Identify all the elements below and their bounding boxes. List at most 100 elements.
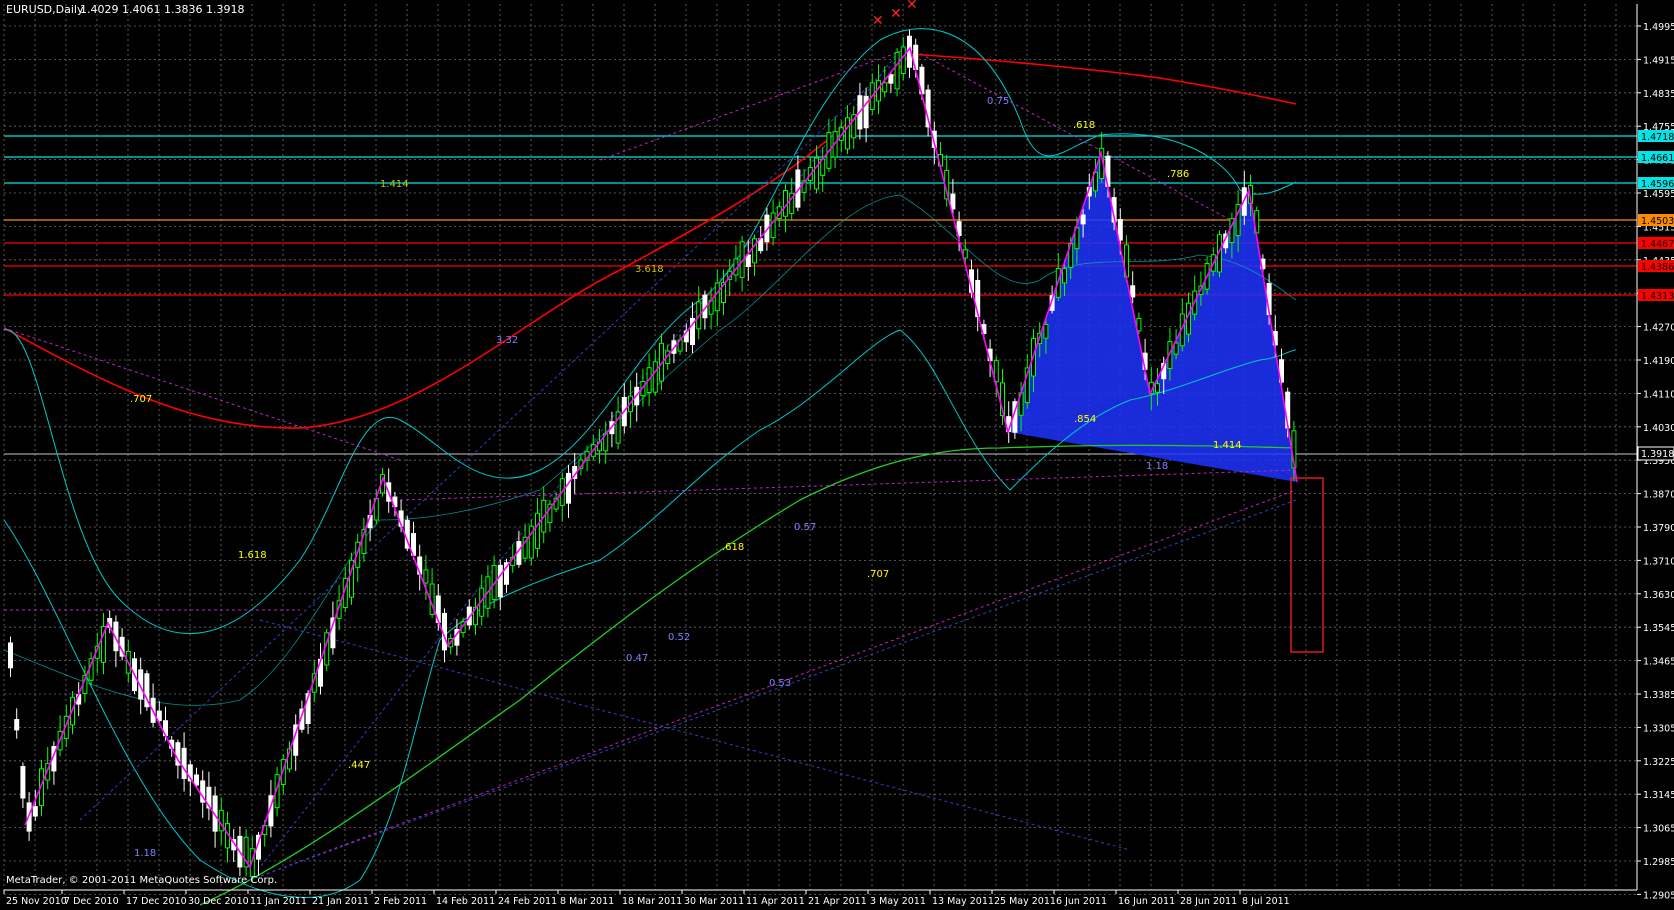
projection-box bbox=[1290, 477, 1324, 653]
candle-body bbox=[770, 212, 776, 239]
candle-body bbox=[566, 472, 571, 504]
price-tick-label: 1.3545 bbox=[1643, 623, 1674, 634]
price-tick-label: 1.3710 bbox=[1643, 556, 1674, 567]
price-tick-label: 1.3870 bbox=[1643, 490, 1674, 501]
time-tick-label: 25 May 2011 bbox=[994, 896, 1056, 907]
fib-label: .707 bbox=[130, 394, 152, 405]
candle-body bbox=[894, 51, 900, 90]
fib-label: 3.618 bbox=[635, 264, 664, 275]
price-tick-label: 1.4915 bbox=[1643, 55, 1674, 66]
time-tick-label: 2 Feb 2011 bbox=[374, 896, 427, 907]
candle-body bbox=[1130, 285, 1136, 298]
price-tick-label: 1.4595 bbox=[1643, 189, 1674, 200]
svg-text:1.3918: 1.3918 bbox=[1641, 449, 1674, 460]
time-axis[interactable]: 25 Nov 20107 Dec 2010 17 Dec 2010 30 Dec 2… bbox=[3, 889, 1637, 907]
candle-body bbox=[497, 564, 503, 598]
price-levels bbox=[4, 135, 1637, 455]
svg-text:✕: ✕ bbox=[890, 6, 902, 22]
candle-body bbox=[845, 117, 850, 150]
fib-label: .707 bbox=[867, 569, 889, 580]
candle-body bbox=[814, 157, 819, 190]
candle-body bbox=[882, 82, 888, 93]
candle-body bbox=[1155, 383, 1160, 393]
price-chart[interactable]: ✕ ✕ ✕ 0.75 .618 .786 1.414 3.618 3.32 .7… bbox=[0, 0, 1674, 910]
time-tick-label: 18 Mar 2011 bbox=[622, 896, 682, 907]
fib-label: 1.18 bbox=[1146, 461, 1168, 472]
fib-label: 1.18 bbox=[134, 848, 156, 859]
time-tick-label: 30 Dec 2010 bbox=[188, 896, 249, 907]
fib-label: 0.53 bbox=[769, 678, 791, 689]
time-tick-label: 7 Dec 2010 bbox=[64, 896, 119, 907]
candle-body bbox=[1117, 218, 1123, 241]
current-price-tag: 1.3918 bbox=[1637, 446, 1674, 461]
copyright-text: MetaTrader, © 2001-2011 MetaQuotes Softw… bbox=[6, 875, 277, 886]
time-tick-label: 6 Jun 2011 bbox=[1056, 896, 1107, 907]
fib-label: 1.618 bbox=[238, 550, 267, 561]
fib-label: 1.414 bbox=[380, 179, 409, 190]
candle-body bbox=[745, 254, 751, 267]
candle-body bbox=[714, 282, 720, 312]
price-tick-label: 1.3145 bbox=[1643, 790, 1674, 801]
candle-body bbox=[752, 238, 757, 264]
price-tick-label: 1.4270 bbox=[1643, 323, 1674, 334]
level-tag-label: 1.4503 bbox=[1641, 216, 1674, 227]
price-tick-label: 1.3790 bbox=[1643, 523, 1674, 534]
candle-body bbox=[900, 46, 906, 75]
candle-body bbox=[32, 806, 38, 817]
candle-body bbox=[20, 766, 26, 799]
fib-label: 1.414 bbox=[1213, 440, 1242, 451]
candle-body bbox=[888, 74, 894, 84]
time-tick-label: 25 Nov 2010 bbox=[6, 896, 67, 907]
chart-ohlc: 1.4029 1.4061 1.3836 1.3918 bbox=[80, 3, 244, 16]
price-tick-label: 1.3465 bbox=[1643, 657, 1674, 668]
price-tick-label: 1.3065 bbox=[1643, 824, 1674, 835]
time-tick-label: 11 Apr 2011 bbox=[746, 896, 805, 907]
price-tick-label: 1.3225 bbox=[1643, 757, 1674, 768]
time-tick-label: 30 Mar 2011 bbox=[684, 896, 744, 907]
time-tick-label: 21 Apr 2011 bbox=[808, 896, 867, 907]
candle-body bbox=[1080, 214, 1086, 225]
price-tick-label: 1.3385 bbox=[1643, 690, 1674, 701]
chart-grid bbox=[3, 4, 1637, 895]
candle-body bbox=[181, 747, 187, 779]
chart-symbol: EURUSD,Daily bbox=[6, 3, 84, 16]
fib-label: .618 bbox=[722, 542, 744, 553]
candle-body bbox=[14, 719, 20, 731]
candle-body bbox=[423, 569, 429, 584]
level-tag-label: 1.4596 bbox=[1641, 179, 1674, 190]
candle-body bbox=[950, 193, 956, 210]
candle-body bbox=[1062, 268, 1067, 284]
time-tick-label: 17 Dec 2010 bbox=[126, 896, 187, 907]
fib-label: .854 bbox=[1074, 414, 1096, 425]
candlesticks bbox=[8, 29, 1297, 882]
fib-label: 0.47 bbox=[626, 653, 648, 664]
candle-body bbox=[8, 642, 13, 669]
price-tick-label: 1.4190 bbox=[1643, 356, 1674, 367]
price-tick-label: 1.4030 bbox=[1643, 423, 1674, 434]
time-tick-label: 11 Jan 2011 bbox=[250, 896, 307, 907]
time-tick-label: 8 Mar 2011 bbox=[560, 896, 614, 907]
time-tick-label: 8 Jul 2011 bbox=[1242, 896, 1290, 907]
fib-label: .447 bbox=[348, 760, 370, 771]
price-tick-label: 1.2985 bbox=[1643, 857, 1674, 868]
price-tick-label: 1.3305 bbox=[1643, 723, 1674, 734]
svg-text:✕: ✕ bbox=[872, 13, 884, 29]
level-tag-label: 1.4718 bbox=[1641, 132, 1674, 143]
time-tick-label: 13 May 2011 bbox=[932, 896, 994, 907]
price-tick-label: 1.4835 bbox=[1643, 89, 1674, 100]
price-tick-label: 1.2905 bbox=[1643, 890, 1674, 901]
price-tick-label: 1.4995 bbox=[1643, 22, 1674, 33]
svg-text:✕: ✕ bbox=[906, 0, 918, 13]
red-x-markers: ✕ ✕ ✕ bbox=[872, 0, 918, 29]
fib-label: 3.32 bbox=[496, 335, 518, 346]
candle-body bbox=[194, 774, 199, 786]
price-tick-label: 1.4110 bbox=[1643, 389, 1674, 400]
level-tag-label: 1.4467 bbox=[1641, 239, 1674, 250]
harmonic-pattern bbox=[1008, 153, 1297, 482]
candle-body bbox=[1043, 324, 1049, 339]
time-tick-label: 24 Feb 2011 bbox=[498, 896, 557, 907]
fib-label: 0.75 bbox=[987, 96, 1009, 107]
fib-label: .618 bbox=[1073, 120, 1095, 131]
candle-body bbox=[535, 512, 540, 549]
fib-label: 0.57 bbox=[794, 522, 816, 533]
